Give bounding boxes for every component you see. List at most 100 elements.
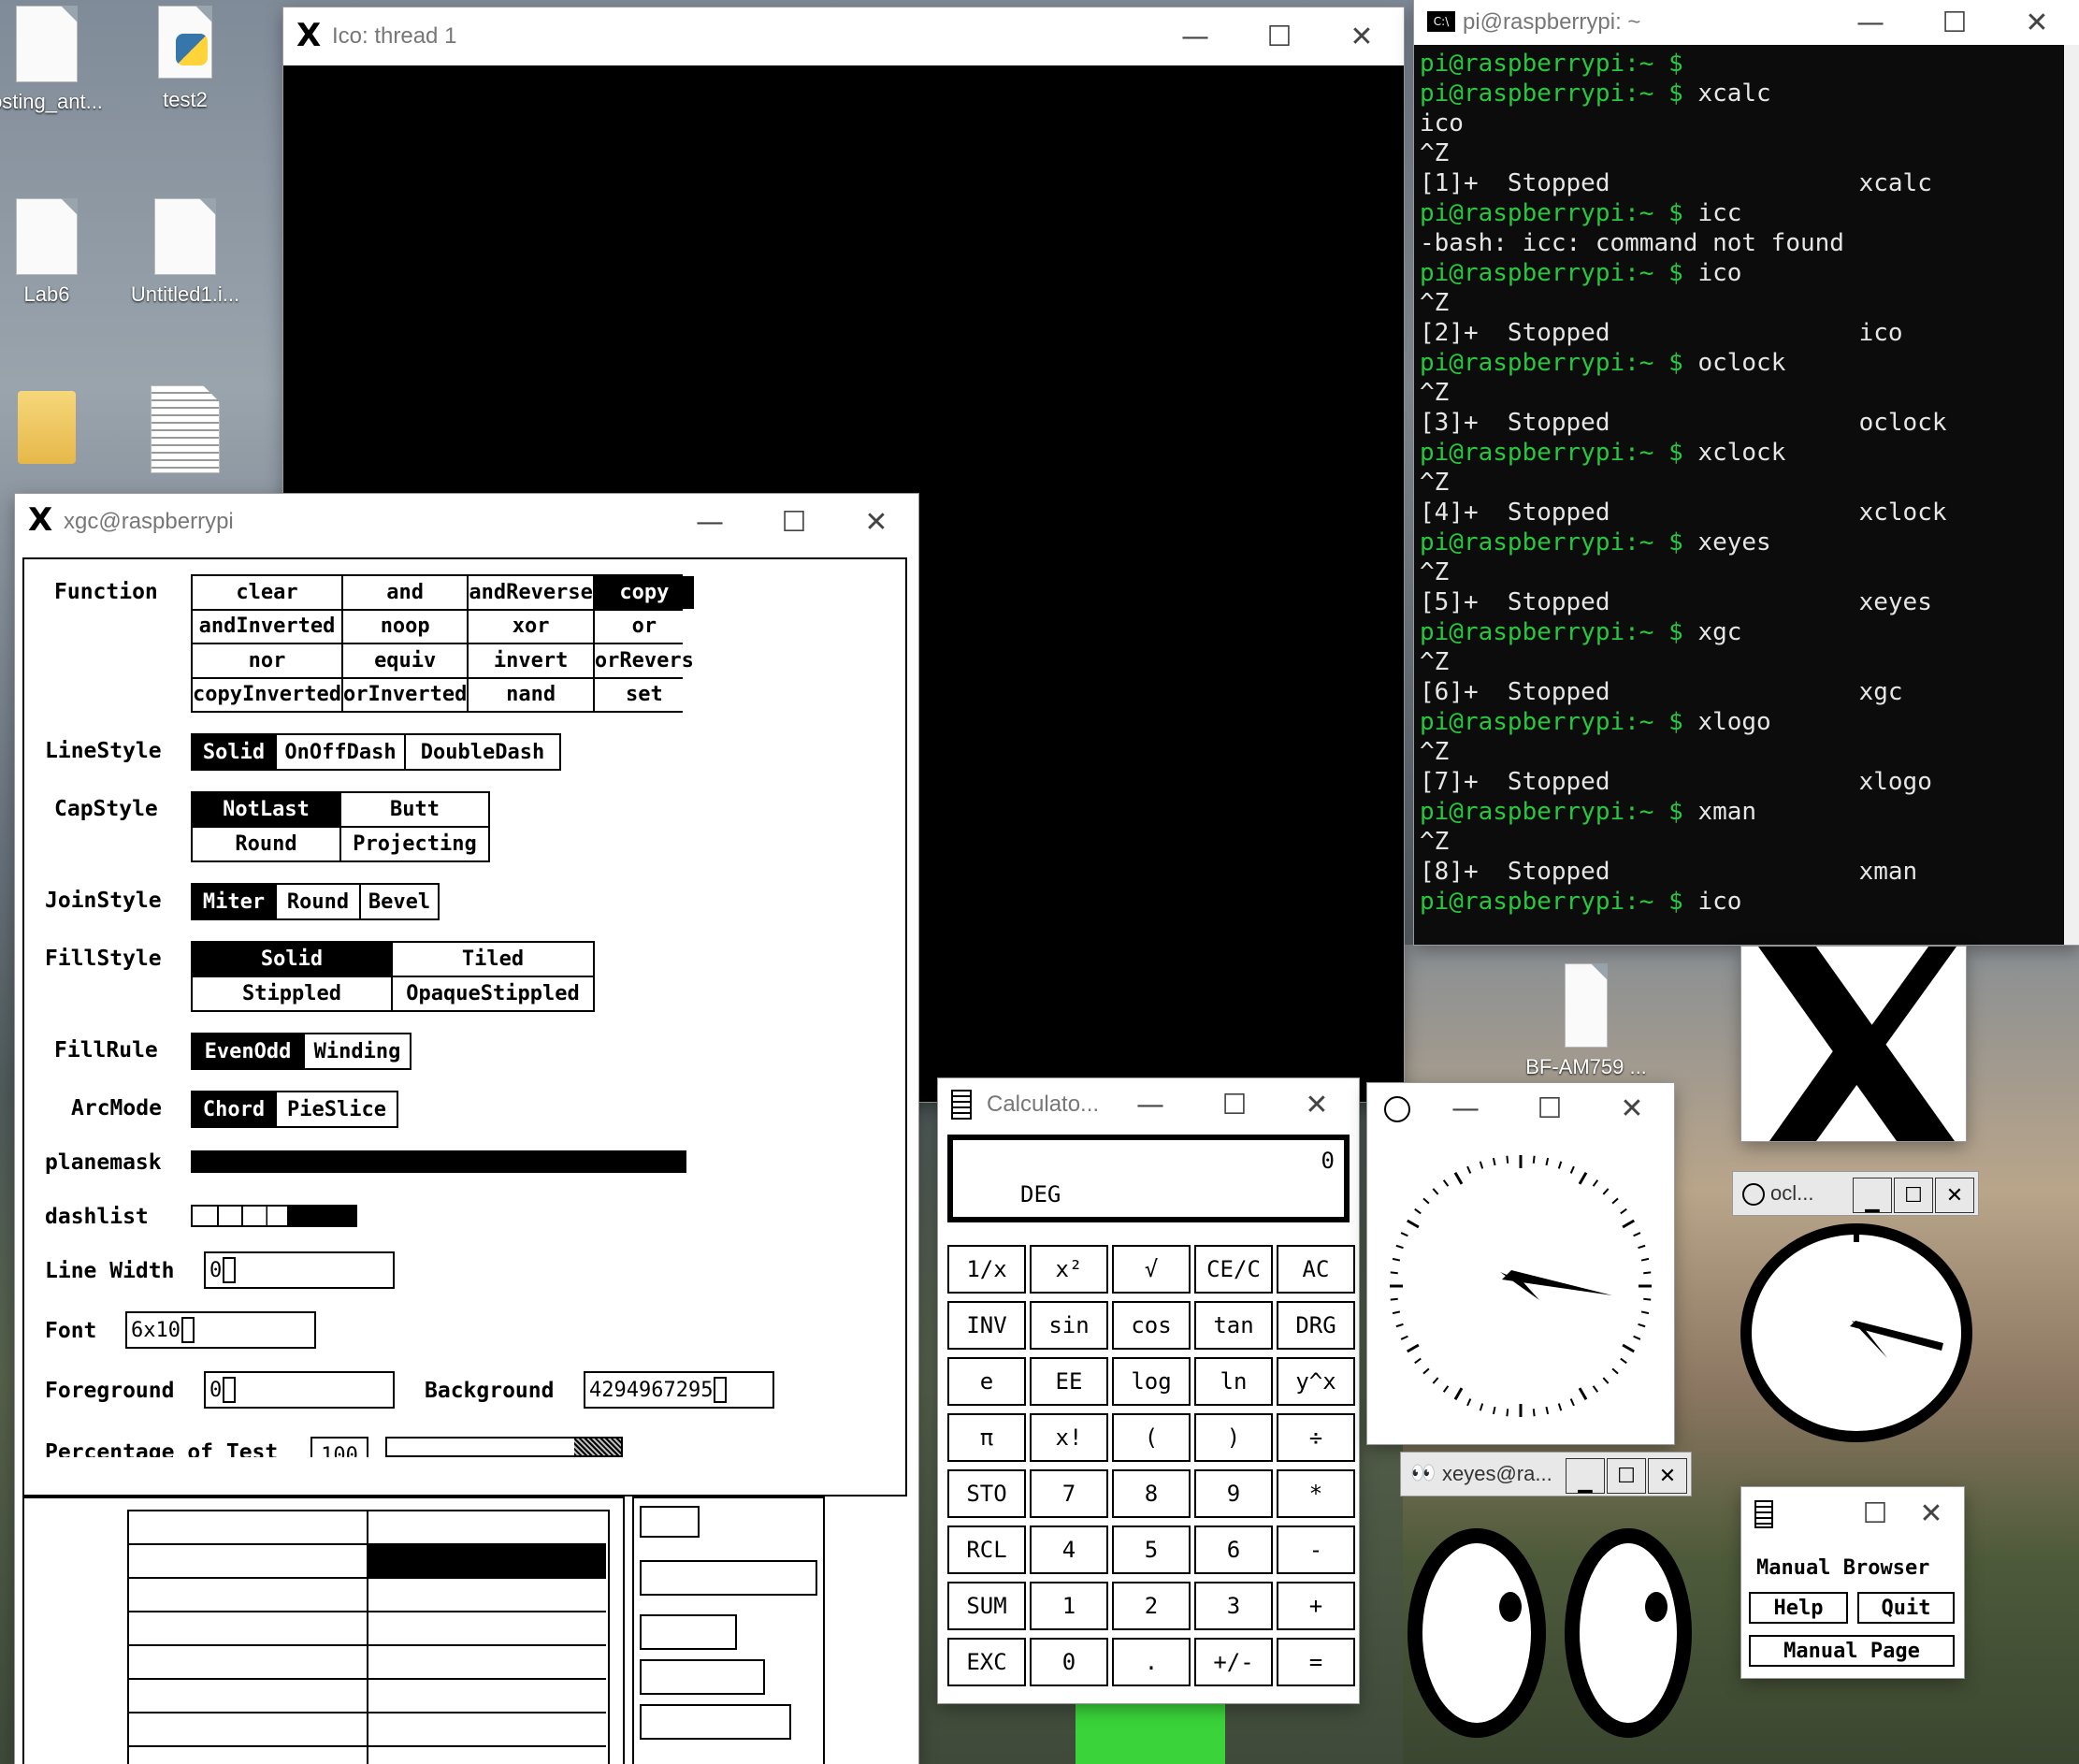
fillstyle-option[interactable]: Solid [193,943,391,976]
calc-key[interactable]: x! [1030,1413,1108,1462]
linestyle-option[interactable]: Solid [193,735,275,769]
calc-key[interactable]: 5 [1112,1525,1191,1574]
percentage-field[interactable]: 100 [310,1437,368,1457]
title-bar[interactable]: Calculato... — ☐ ✕ [938,1078,1359,1131]
calc-key[interactable]: STO [947,1469,1026,1518]
calc-key[interactable]: EE [1030,1357,1108,1406]
desktop-icon-file[interactable]: osting_ant... [0,6,112,114]
manual-page-button[interactable]: Manual Page [1749,1635,1955,1667]
desktop-icon-untitled1[interactable]: Untitled1.i... [120,198,251,307]
help-button[interactable]: Help [1749,1592,1848,1624]
function-option[interactable]: set [594,678,694,711]
minimize-icon[interactable]: — [668,494,752,550]
calc-key[interactable]: * [1277,1469,1355,1518]
minimize-icon[interactable]: ▁ [1566,1458,1605,1494]
calc-key[interactable]: EXC [947,1638,1026,1686]
calc-key[interactable]: DRG [1277,1301,1355,1350]
linestyle-option[interactable]: DoubleDash [406,735,559,769]
close-icon[interactable]: ✕ [1320,7,1404,65]
desktop-icon-test2[interactable]: test2 [120,6,251,112]
calc-key[interactable]: 9 [1194,1469,1273,1518]
calc-key[interactable]: 1 [1030,1582,1108,1630]
calc-key[interactable]: cos [1112,1301,1191,1350]
calc-key[interactable]: 6 [1194,1525,1273,1574]
maximize-icon[interactable]: ☐ [1607,1458,1646,1494]
foreground-field[interactable]: 0 [204,1371,395,1409]
minimize-icon[interactable]: — [1828,0,1913,45]
title-bar[interactable]: 👀 xeyes@ra... ▁ ☐ ✕ [1400,1452,1692,1497]
calc-key[interactable]: SUM [947,1582,1026,1630]
calc-key[interactable]: 2 [1112,1582,1191,1630]
title-bar[interactable]: X xgc@raspberrypi — ☐ ✕ [15,494,918,550]
fillstyle-option[interactable]: Tiled [393,943,593,976]
calc-key[interactable]: + [1277,1582,1355,1630]
maximize-icon[interactable]: ☐ [1508,1083,1592,1134]
maximize-icon[interactable]: ☐ [752,494,836,550]
desktop-icon-bf-am759[interactable]: BF-AM759 ... [1521,963,1652,1079]
background-field[interactable]: 4294967295 [584,1371,774,1409]
calc-key[interactable]: log [1112,1357,1191,1406]
function-option[interactable]: and [342,576,468,609]
function-option[interactable]: copy [594,576,694,609]
arcmode-option[interactable]: Chord [193,1092,275,1126]
calc-key[interactable]: 7 [1030,1469,1108,1518]
desktop-icon-folder[interactable] [0,391,112,471]
calc-key[interactable]: ) [1194,1413,1273,1462]
calc-key[interactable]: 4 [1030,1525,1108,1574]
minimize-icon[interactable]: — [1423,1083,1508,1134]
close-icon[interactable]: ✕ [1995,0,2079,45]
fillstyle-option[interactable]: Stippled [193,977,391,1010]
calc-key[interactable]: AC [1277,1245,1355,1294]
oclock-window[interactable]: ocl... ▁ ☐ ✕ [1732,1171,1979,1442]
maximize-icon[interactable]: ☐ [1237,7,1321,65]
xeyes-window[interactable]: 👀 xeyes@ra... ▁ ☐ ✕ [1400,1452,1692,1764]
calc-key[interactable]: = [1277,1638,1355,1686]
close-icon[interactable]: ✕ [834,494,918,550]
function-option[interactable]: or [594,610,694,643]
function-option[interactable]: clear [193,576,341,609]
calc-key[interactable]: x² [1030,1245,1108,1294]
minimize-icon[interactable]: — [1153,7,1237,65]
title-bar[interactable]: — ☐ ✕ [1367,1083,1674,1134]
close-icon[interactable]: ✕ [1899,1487,1964,1540]
test-button[interactable] [640,1560,817,1596]
fillstyle-option[interactable]: OpaqueStippled [393,977,593,1010]
desktop-icon-lab6[interactable]: Lab6 [0,198,112,307]
close-icon[interactable]: ✕ [1648,1458,1687,1494]
capstyle-option[interactable]: NotLast [193,793,339,826]
capstyle-option[interactable]: Projecting [341,828,488,860]
calc-key[interactable]: +/- [1194,1638,1273,1686]
calc-key[interactable]: tan [1194,1301,1273,1350]
function-option[interactable]: invert [469,644,593,677]
minimize-icon[interactable]: — [1108,1078,1192,1131]
calc-key[interactable]: - [1277,1525,1355,1574]
scrollbar[interactable] [2064,45,2079,945]
dashlist-bar[interactable] [191,1205,357,1227]
quit-button[interactable]: Quit [1857,1592,1955,1624]
calc-key[interactable]: 8 [1112,1469,1191,1518]
function-option[interactable]: andInverted [193,610,341,643]
function-option[interactable]: xor [469,610,593,643]
test-button[interactable] [640,1614,737,1650]
calc-key[interactable]: ( [1112,1413,1191,1462]
fillrule-option[interactable]: Winding [305,1034,410,1068]
calc-key[interactable]: y^x [1277,1357,1355,1406]
linewidth-field[interactable]: 0 [204,1251,395,1289]
test-button[interactable] [640,1704,791,1740]
calc-key[interactable]: 3 [1194,1582,1273,1630]
joinstyle-option[interactable]: Miter [193,885,275,918]
planemask-bar[interactable] [191,1150,686,1173]
close-icon[interactable]: ✕ [1275,1078,1359,1131]
close-icon[interactable]: ✕ [1935,1178,1974,1213]
slider-thumb[interactable] [574,1439,621,1455]
desktop-icon-document[interactable] [120,385,251,481]
title-bar[interactable]: ☐ ✕ [1741,1487,1964,1540]
function-option[interactable]: equiv [342,644,468,677]
xman-window[interactable]: ☐ ✕ Manual Browser Help Quit Manual Page [1741,1487,1964,1678]
test-button[interactable] [640,1506,700,1538]
terminal-output[interactable]: pi@raspberrypi:~ $ pi@raspberrypi:~ $ xc… [1414,45,2079,945]
maximize-icon[interactable]: ☐ [1913,0,1997,45]
function-option[interactable]: orInverted [342,678,468,711]
function-option[interactable]: nand [469,678,593,711]
calc-key[interactable]: RCL [947,1525,1026,1574]
